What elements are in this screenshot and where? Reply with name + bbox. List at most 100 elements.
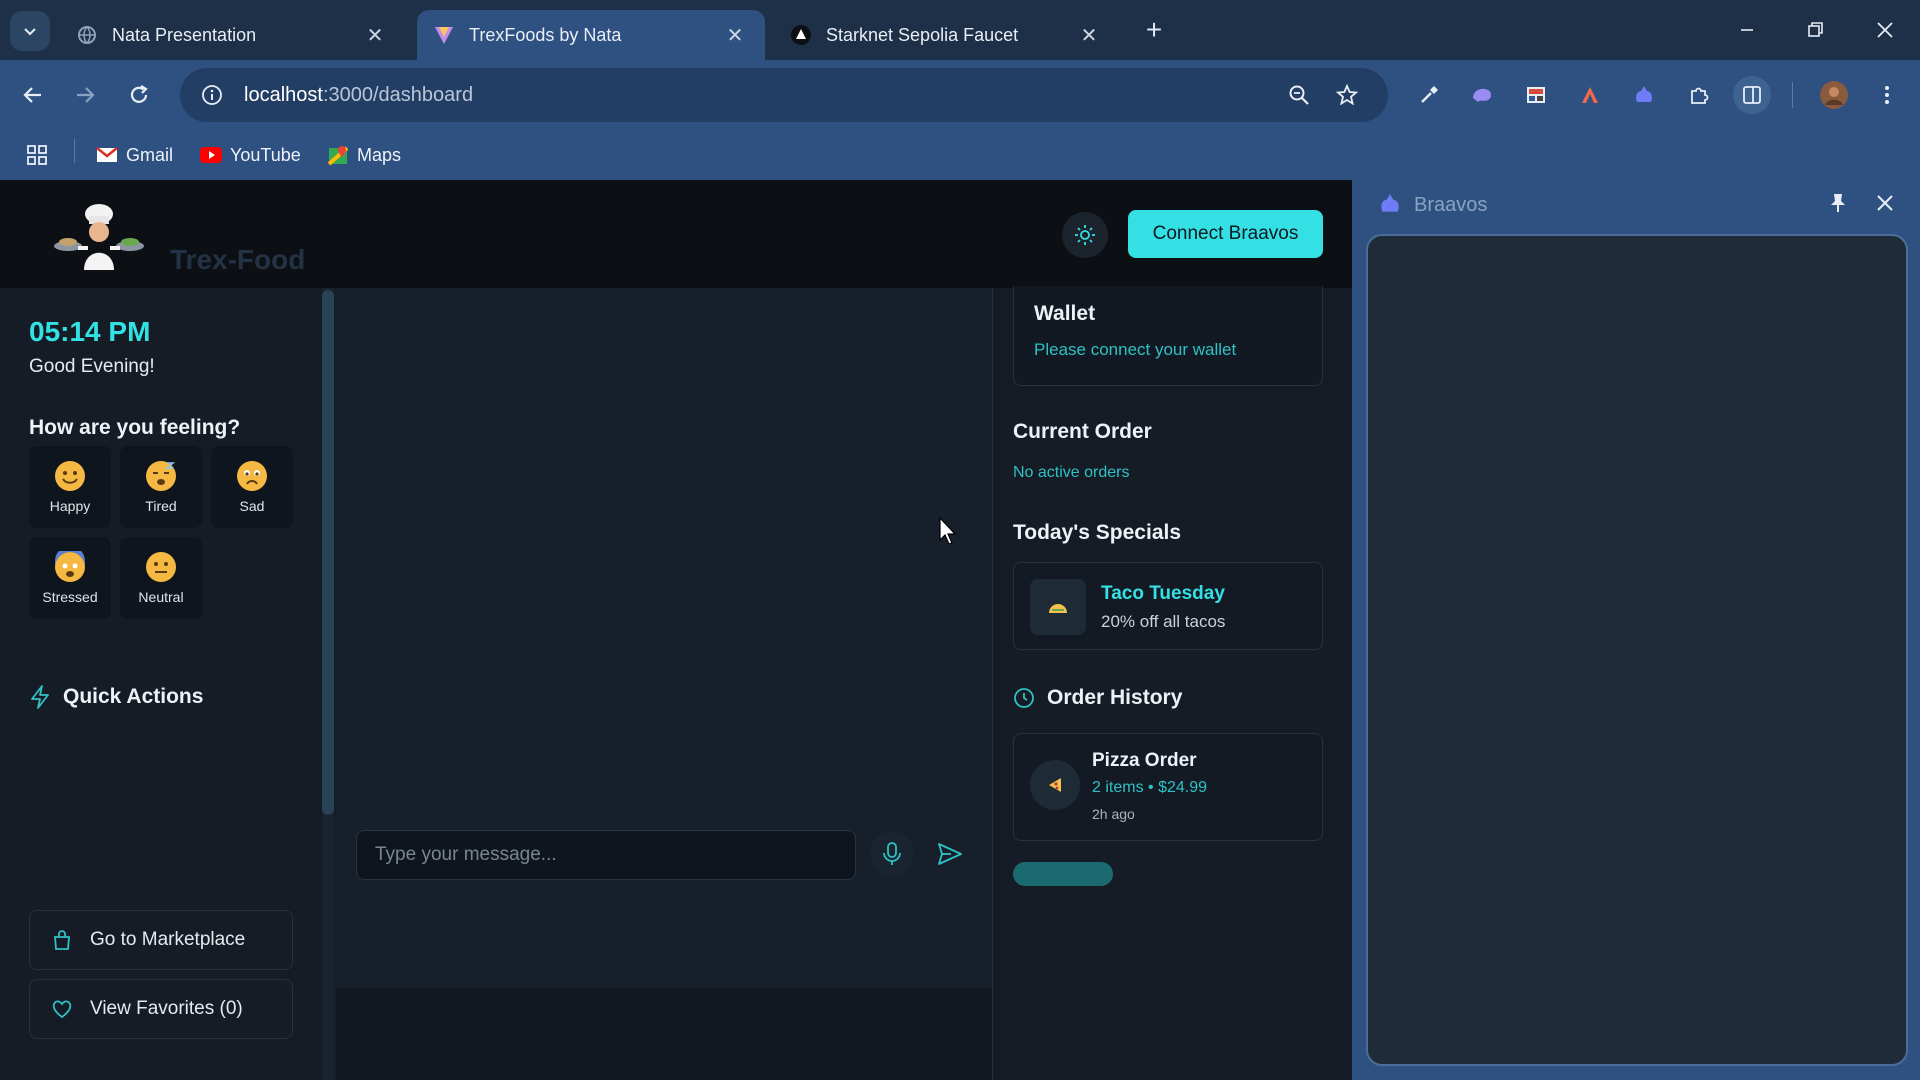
chat-input-bar xyxy=(336,988,992,1080)
mood-happy-button[interactable]: Happy xyxy=(29,446,111,528)
bookmark-maps[interactable]: Maps xyxy=(327,140,401,170)
theme-toggle-button[interactable] xyxy=(1062,212,1108,258)
ai-extension-icon[interactable] xyxy=(1463,76,1501,114)
action-label: View Favorites (0) xyxy=(90,998,243,1019)
arrow-right-icon xyxy=(77,87,95,103)
braavos-icon xyxy=(1381,194,1399,212)
current-order-title: Current Order xyxy=(1013,420,1152,443)
mood-neutral-button[interactable]: Neutral xyxy=(120,537,202,619)
bookmarks-separator xyxy=(74,139,75,163)
close-icon[interactable]: ✕ xyxy=(363,23,387,48)
left-sidebar: 05:14 PM Good Evening! How are you feeli… xyxy=(0,288,322,1080)
site-info-icon[interactable] xyxy=(194,84,230,106)
zoom-icon[interactable] xyxy=(1282,78,1316,112)
lightning-icon xyxy=(31,685,49,709)
specials-title: Today's Specials xyxy=(1013,521,1182,544)
tab-starknet-faucet[interactable]: Starknet Sepolia Faucet ✕ xyxy=(774,10,1119,60)
special-description: 20% off all tacos xyxy=(1101,612,1226,631)
braavos-extension-icon[interactable] xyxy=(1625,76,1663,114)
trexfoods-favicon-icon xyxy=(433,24,455,46)
current-order-status: No active orders xyxy=(1013,464,1130,481)
special-name: Taco Tuesday xyxy=(1101,583,1225,604)
microphone-icon xyxy=(883,842,901,865)
load-more-button[interactable] xyxy=(1013,862,1113,886)
view-favorites-button[interactable]: View Favorites (0) xyxy=(29,979,293,1039)
send-icon xyxy=(938,843,962,865)
restore-button[interactable] xyxy=(1790,10,1840,50)
mood-stressed-button[interactable]: Stressed xyxy=(29,537,111,619)
mood-label: Sad xyxy=(239,498,265,514)
order-time: 2h ago xyxy=(1092,806,1135,822)
bookmark-youtube[interactable]: YouTube xyxy=(200,140,301,170)
connect-wallet-button[interactable]: Connect Braavos xyxy=(1128,210,1323,258)
mood-label: Neutral xyxy=(138,589,184,605)
mouse-cursor-icon xyxy=(939,516,957,545)
mood-sad-button[interactable]: Sad xyxy=(211,446,293,528)
braavos-panel-content xyxy=(1366,234,1908,1066)
eyedropper-extension-icon[interactable] xyxy=(1410,76,1448,114)
pin-icon[interactable] xyxy=(1828,192,1848,214)
profile-avatar[interactable] xyxy=(1815,76,1853,114)
send-button[interactable] xyxy=(928,832,972,876)
wallet-title: Wallet xyxy=(1034,302,1096,325)
dashboard-page: Trex-Food Connect Braavos 05:14 PM Good … xyxy=(0,180,1352,1080)
brand-name: Trex-Food xyxy=(170,244,306,275)
message-input[interactable] xyxy=(356,830,856,880)
heart-icon xyxy=(50,997,74,1021)
close-window-button[interactable] xyxy=(1860,10,1910,50)
order-name: Pizza Order xyxy=(1092,750,1197,771)
neutral-face-icon xyxy=(146,552,176,582)
new-tab-button[interactable]: + xyxy=(1138,14,1170,46)
address-bar[interactable]: localhost:3000/dashboard xyxy=(180,68,1388,122)
apps-grid-icon[interactable] xyxy=(26,140,48,170)
mood-tired-button[interactable]: Tired xyxy=(120,446,202,528)
minimize-button[interactable] xyxy=(1722,10,1772,50)
side-panel-toggle-icon[interactable] xyxy=(1733,76,1771,114)
bookmarks-bar: Gmail YouTube Maps xyxy=(0,130,1920,180)
tab-title: TrexFoods by Nata xyxy=(469,24,622,45)
close-icon[interactable]: ✕ xyxy=(1077,23,1101,48)
quick-actions-title: Quick Actions xyxy=(63,685,204,708)
tab-search-button[interactable] xyxy=(10,11,50,51)
happy-face-icon xyxy=(55,461,85,491)
wallet-status: Please connect your wallet xyxy=(1034,340,1237,359)
bookmark-star-icon[interactable] xyxy=(1330,78,1364,112)
chat-area xyxy=(336,288,992,1080)
action-label: Go to Marketplace xyxy=(90,929,246,950)
back-button[interactable] xyxy=(14,76,52,114)
tab-title: Nata Presentation xyxy=(112,24,257,45)
taco-icon xyxy=(1030,579,1086,635)
quick-actions-heading: Quick Actions xyxy=(29,684,203,710)
close-panel-icon[interactable] xyxy=(1876,194,1894,212)
special-card[interactable]: Taco Tuesday 20% off all tacos xyxy=(1013,562,1323,650)
chevron-down-icon xyxy=(24,28,36,36)
order-history-item[interactable]: Pizza Order 2 items • $24.99 2h ago xyxy=(1013,733,1323,841)
sidebar-scrollbar-thumb[interactable] xyxy=(322,290,334,815)
chef-logo-icon[interactable] xyxy=(54,202,144,272)
bookmark-label: Maps xyxy=(357,144,402,165)
side-panel-title: Braavos xyxy=(1414,194,1488,216)
mood-label: Happy xyxy=(49,498,91,514)
tab-nata-presentation[interactable]: Nata Presentation ✕ xyxy=(60,10,405,60)
media-extension-icon[interactable] xyxy=(1517,76,1555,114)
forward-button[interactable] xyxy=(66,76,104,114)
argent-extension-icon[interactable] xyxy=(1571,76,1609,114)
maps-icon xyxy=(327,144,349,166)
bookmark-gmail[interactable]: Gmail xyxy=(96,140,173,170)
close-icon[interactable]: ✕ xyxy=(723,23,747,48)
microphone-button[interactable] xyxy=(870,832,914,876)
stressed-face-icon xyxy=(55,551,85,582)
order-history-heading: Order History xyxy=(1013,686,1182,710)
pizza-icon xyxy=(1030,760,1080,810)
browser-menu-icon[interactable] xyxy=(1868,76,1906,114)
order-detail: 2 items • $24.99 xyxy=(1092,779,1207,796)
current-time: 05:14 PM xyxy=(29,316,151,347)
bookmark-label: YouTube xyxy=(230,144,301,165)
toolbar-separator xyxy=(1792,82,1793,108)
reload-button[interactable] xyxy=(120,76,158,114)
go-to-marketplace-button[interactable]: Go to Marketplace xyxy=(29,910,293,970)
tab-trexfoods[interactable]: TrexFoods by Nata ✕ xyxy=(417,10,765,60)
app-header: Trex-Food Connect Braavos xyxy=(0,180,1352,288)
extensions-puzzle-icon[interactable] xyxy=(1680,76,1718,114)
sun-icon xyxy=(1075,225,1095,245)
